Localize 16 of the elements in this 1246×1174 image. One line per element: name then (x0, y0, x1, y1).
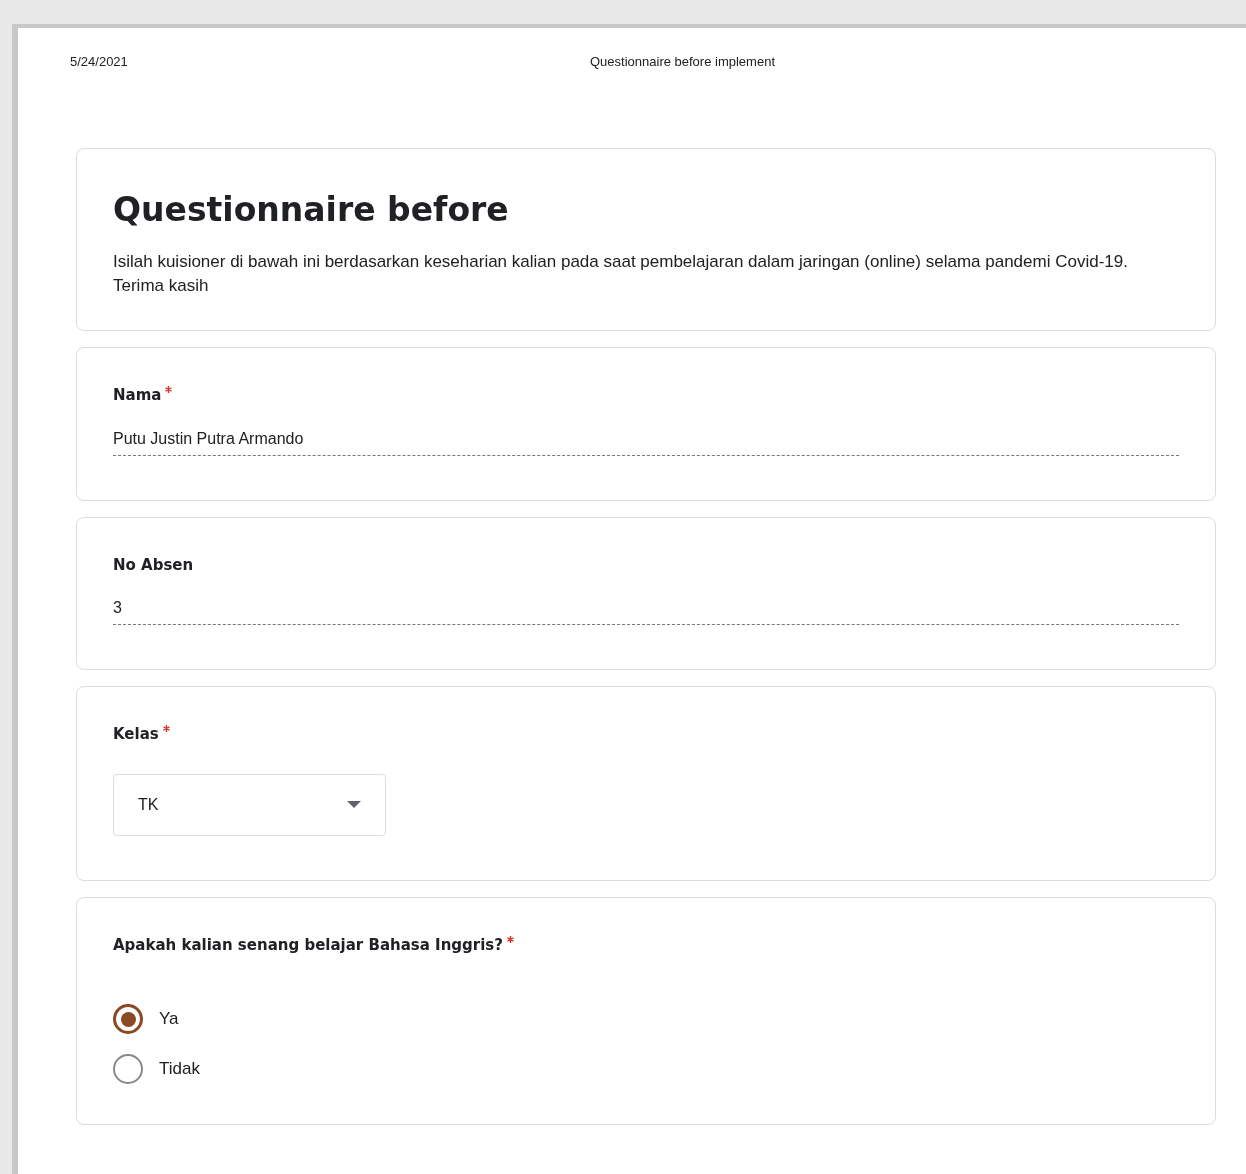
print-title: Questionnaire before implement (590, 53, 775, 71)
radio-button[interactable] (113, 1004, 143, 1034)
form-title: Questionnaire before (113, 188, 510, 231)
print-date: 5/24/2021 (70, 53, 129, 71)
caret-icon (347, 800, 361, 809)
text-field[interactable]: Putu Justin Putra Armando (113, 426, 1179, 456)
question-label: Nama (113, 385, 162, 406)
form-description: Isilah kuisioner di bawah ini berdasarkan keseharian kalian pada saat pembelajaran dalam jaringan (online) selama pandemi Covid-19. Terima kasih (113, 251, 1129, 297)
option-label: Tidak (159, 1058, 200, 1081)
question-label: Apakah kalian senang belajar Bahasa Inggris? (113, 934, 503, 956)
option-label: Ya (159, 1008, 179, 1031)
dropdown[interactable]: TK (113, 773, 386, 836)
question-label: No Absen (113, 554, 194, 576)
radio-button[interactable] (113, 1054, 143, 1084)
question-label: Kelas (113, 724, 159, 745)
text-field[interactable]: 3 (113, 596, 1179, 625)
